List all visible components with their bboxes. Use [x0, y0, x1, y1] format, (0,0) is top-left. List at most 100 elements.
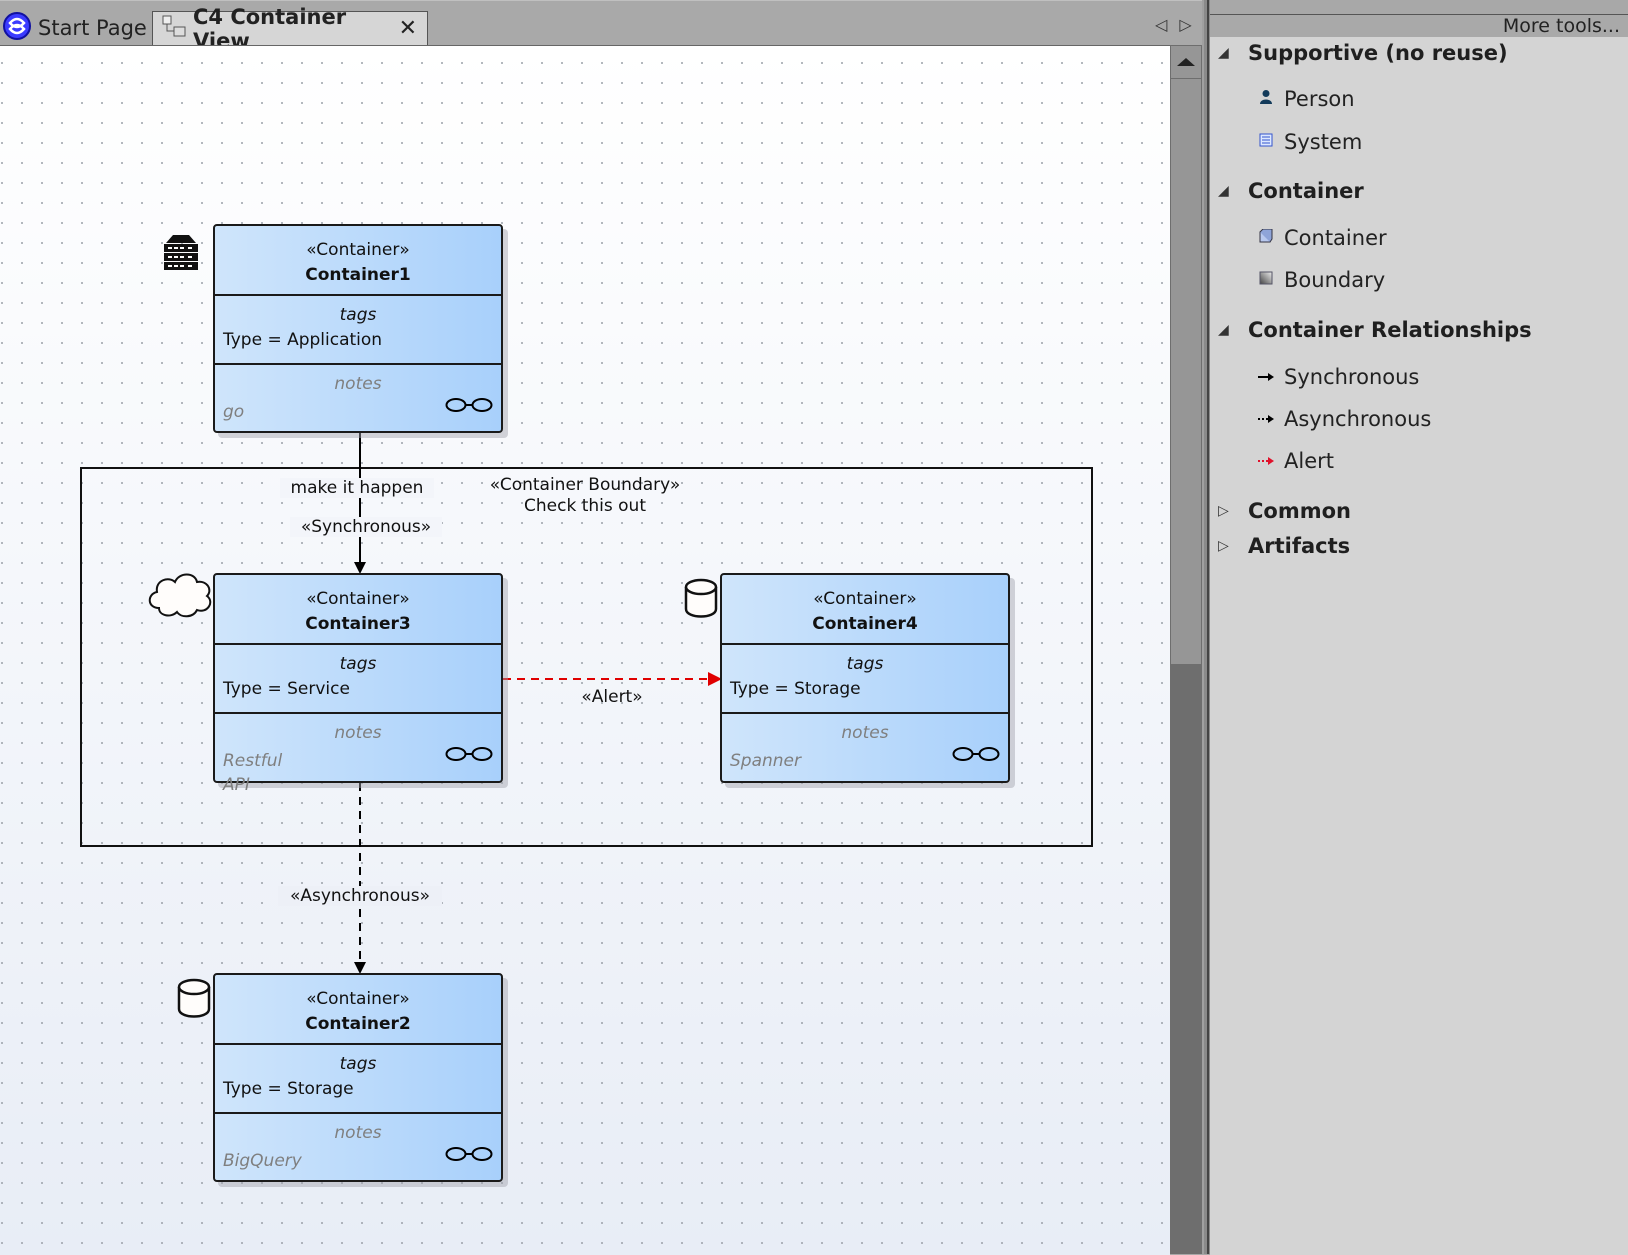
link-glasses-icon[interactable]	[445, 397, 493, 413]
cloud-icon	[148, 573, 212, 618]
notes-value: BigQuery	[223, 1151, 302, 1171]
tag-value: Type = Application	[223, 330, 383, 350]
container-element[interactable]: «Container» Container2 tags Type = Stora…	[213, 973, 503, 1182]
ea-logo-icon	[2, 11, 32, 46]
diagram-icon	[161, 14, 187, 43]
vertical-scrollbar[interactable]	[1170, 45, 1202, 1254]
element-header: «Container» Container2	[215, 975, 501, 1045]
expanded-triangle-icon: ◢	[1218, 183, 1229, 199]
container-element[interactable]: «Container» Container4 tags Type = Stora…	[720, 573, 1010, 783]
tab-scroll-arrows: ◁▷	[1155, 15, 1204, 34]
element-header: «Container» Container3	[215, 575, 501, 645]
boundary-icon	[1256, 271, 1276, 289]
tags-title: tags	[339, 305, 377, 325]
tab-scroll-left-icon[interactable]: ◁	[1155, 15, 1179, 34]
connector-stereotype-label: «Synchronous»	[290, 517, 442, 537]
link-glasses-icon[interactable]	[445, 746, 493, 762]
person-icon	[1256, 89, 1276, 109]
element-name: Container3	[305, 614, 411, 634]
toolbox-item-alert[interactable]: Alert	[1256, 449, 1334, 473]
notes-compartment: notes Restful API	[215, 714, 501, 795]
container-element[interactable]: «Container» Container1 tags Type = Appli…	[213, 224, 503, 433]
boundary-stereotype: «Container Boundary»	[489, 475, 681, 495]
system-icon	[1256, 133, 1276, 151]
toolbox-panel: More tools... ◢ Supportive (no reuse) Pe…	[1210, 14, 1628, 1255]
toolbox-group-container[interactable]: ◢ Container	[1218, 179, 1364, 203]
item-label: Person	[1284, 87, 1355, 111]
tags-compartment: tags Type = Storage	[215, 1045, 501, 1114]
group-label: Container Relationships	[1248, 318, 1532, 342]
database-icon	[177, 978, 211, 1018]
tags-compartment: tags Type = Service	[215, 645, 501, 714]
element-icon	[683, 577, 719, 625]
expanded-triangle-icon: ◢	[1218, 45, 1229, 61]
panel-splitter[interactable]	[1202, 0, 1210, 1254]
diagram-canvas[interactable]: «Container Boundary» Check this out make…	[0, 45, 1170, 1255]
tab-scroll-right-icon[interactable]: ▷	[1179, 15, 1203, 34]
scroll-up-button[interactable]	[1171, 46, 1201, 79]
item-label: Container	[1284, 226, 1387, 250]
close-tab-icon[interactable]: ✕	[399, 16, 417, 41]
group-label: Artifacts	[1248, 534, 1351, 558]
group-label: Container	[1248, 179, 1364, 203]
toolbox-group-supportive[interactable]: ◢ Supportive (no reuse)	[1218, 41, 1508, 65]
group-label: Common	[1248, 499, 1351, 523]
toolbox-item-asynchronous[interactable]: Asynchronous	[1256, 407, 1431, 431]
notes-value: Restful API	[223, 751, 283, 795]
toolbox-item-person[interactable]: Person	[1256, 87, 1355, 111]
scroll-thumb[interactable]	[1171, 79, 1201, 664]
toolbox-group-container-relationships[interactable]: ◢ Container Relationships	[1218, 318, 1532, 342]
element-icon	[176, 977, 212, 1025]
notes-title: notes	[841, 723, 889, 743]
tags-title: tags	[846, 654, 884, 674]
toolbox-group-common[interactable]: ▷ Common	[1218, 499, 1351, 523]
item-label: Boundary	[1284, 268, 1386, 292]
more-tools-button[interactable]: More tools...	[1210, 15, 1628, 37]
sync-arrow-icon	[1256, 368, 1276, 386]
toolbox-item-container[interactable]: Container	[1256, 226, 1387, 250]
item-label: Alert	[1284, 449, 1334, 473]
toolbox-item-synchronous[interactable]: Synchronous	[1256, 365, 1419, 389]
tag-value: Type = Storage	[730, 679, 861, 699]
database-icon	[684, 578, 718, 618]
toolbox-item-boundary[interactable]: Boundary	[1256, 268, 1385, 292]
group-label: Supportive (no reuse)	[1248, 41, 1508, 65]
tab-c4-container-view[interactable]: C4 Container View ✕	[152, 5, 428, 53]
element-name: Container1	[305, 265, 411, 285]
connector-stereotype-label: «Alert»	[581, 687, 643, 707]
toolbox-group-artifacts[interactable]: ▷ Artifacts	[1218, 534, 1350, 558]
element-stereotype: «Container»	[813, 589, 917, 609]
tab-label: Start Page	[38, 16, 147, 40]
notes-value: go	[223, 402, 245, 422]
boundary-label: «Container Boundary» Check this out	[460, 475, 710, 517]
tag-value: Type = Storage	[223, 1079, 354, 1099]
notes-title: notes	[334, 723, 382, 743]
item-label: System	[1284, 130, 1363, 154]
element-stereotype: «Container»	[306, 589, 410, 609]
link-glasses-icon[interactable]	[445, 1146, 493, 1162]
tab-bar: Start Page C4 Container View ✕ ◁▷	[0, 0, 1210, 53]
tab-start-page[interactable]: Start Page	[0, 11, 150, 45]
item-label: Asynchronous	[1284, 407, 1432, 431]
expanded-triangle-icon: ◢	[1218, 322, 1229, 338]
element-name: Container4	[812, 614, 918, 634]
element-icon	[145, 568, 215, 622]
link-glasses-icon[interactable]	[952, 746, 1000, 762]
element-name: Container2	[305, 1014, 411, 1034]
async-arrow-icon	[1256, 410, 1276, 428]
notes-compartment: notes BigQuery	[215, 1114, 501, 1180]
container-element[interactable]: «Container» Container3 tags Type = Servi…	[213, 573, 503, 795]
element-header: «Container» Container4	[722, 575, 1008, 645]
container-icon	[1256, 228, 1276, 247]
alert-arrow-icon	[1256, 452, 1276, 470]
notes-compartment: notes Spanner	[722, 714, 1008, 780]
collapsed-triangle-icon: ▷	[1218, 503, 1229, 519]
notes-title: notes	[334, 374, 382, 394]
toolbox-item-system[interactable]: System	[1256, 130, 1362, 154]
element-stereotype: «Container»	[306, 240, 410, 260]
element-header: «Container» Container1	[215, 226, 501, 296]
notes-compartment: notes go	[215, 365, 501, 431]
element-icon	[163, 233, 199, 277]
tags-compartment: tags Type = Application	[215, 296, 501, 365]
collapsed-triangle-icon: ▷	[1218, 538, 1229, 554]
